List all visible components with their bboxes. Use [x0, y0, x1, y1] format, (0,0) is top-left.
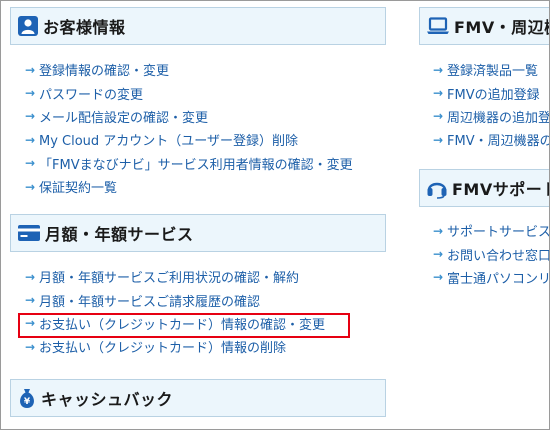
fmv-devices-title: FMV・周辺機 — [454, 18, 549, 37]
link-registered-products[interactable]: → 登録済製品一覧 — [433, 58, 549, 81]
link-mail-settings[interactable]: → メール配信設定の確認・変更 — [25, 105, 353, 128]
link-change-password[interactable]: → パスワードの変更 — [25, 81, 353, 104]
arrow-right-icon: → — [25, 179, 36, 194]
customer-info-title: お客様情報 — [43, 18, 126, 37]
headset-icon — [426, 177, 448, 199]
arrow-right-icon: → — [25, 86, 36, 101]
fmv-support-links: → サポートサービス → お問い合わせ窓口 → 富士通パソコンリ — [433, 219, 549, 289]
arrow-right-icon: → — [433, 62, 444, 77]
link-payment-card-delete[interactable]: → お支払い（クレジットカード）情報の削除 — [25, 335, 325, 358]
arrow-right-icon: → — [25, 339, 36, 354]
arrow-right-icon: → — [433, 132, 444, 147]
arrow-right-icon: → — [25, 316, 36, 331]
arrow-right-icon: → — [433, 223, 444, 238]
arrow-right-icon: → — [433, 109, 444, 124]
arrow-right-icon: → — [433, 86, 444, 101]
fmv-devices-header: FMV・周辺機 — [419, 7, 549, 45]
arrow-right-icon: → — [25, 132, 36, 147]
arrow-right-icon: → — [25, 269, 36, 284]
link-usage-status[interactable]: → 月額・年額サービスご利用状況の確認・解約 — [25, 265, 325, 288]
person-icon — [17, 15, 39, 37]
svg-text:¥: ¥ — [24, 397, 31, 407]
monthly-service-title: 月額・年額サービス — [45, 225, 194, 244]
fmv-devices-links: →登録済製品一覧 →FMVの追加登録 →周辺機器の追加登録 →FMV・周辺機器の — [433, 58, 549, 152]
link-registration-info[interactable]: → 登録情報の確認・変更 — [25, 58, 353, 81]
link-peripheral-add[interactable]: →周辺機器の追加登録 — [433, 105, 549, 128]
page-frame: お客様情報 → 登録情報の確認・変更 → パスワードの変更 → メール配信設定の確認・… — [0, 0, 550, 430]
customer-info-header: お客様情報 — [10, 7, 386, 45]
link-manabi-navi[interactable]: → 「FMVまなびナビ」サービス利用者情報の確認・変更 — [25, 152, 353, 175]
link-billing-history[interactable]: → 月額・年額サービスご請求履歴の確認 — [25, 288, 325, 311]
link-mycloud-delete[interactable]: → My Cloud アカウント（ユーザー登録）削除 — [25, 128, 353, 151]
arrow-right-icon: → — [25, 62, 36, 77]
arrow-right-icon: → — [433, 247, 444, 262]
link-fmv-peripheral-other[interactable]: → FMV・周辺機器の — [433, 128, 549, 151]
customer-info-links: → 登録情報の確認・変更 → パスワードの変更 → メール配信設定の確認・変更 → My… — [25, 58, 353, 198]
arrow-right-icon: → — [25, 293, 36, 308]
link-warranty-list[interactable]: → 保証契約一覧 — [25, 175, 353, 198]
cashback-header: ¥ キャッシュバック — [10, 379, 386, 417]
monthly-service-header: 月額・年額サービス — [10, 214, 386, 252]
fmv-support-title: FMVサポート — [452, 180, 550, 199]
arrow-right-icon: → — [433, 270, 444, 285]
link-support-service[interactable]: → サポートサービス — [433, 219, 549, 242]
link-fmv-add[interactable]: → FMVの追加登録 — [433, 81, 549, 104]
cashback-title: キャッシュバック — [41, 390, 174, 409]
arrow-right-icon: → — [25, 109, 36, 124]
credit-card-icon — [17, 224, 41, 242]
link-contact-window[interactable]: → お問い合わせ窓口 — [433, 242, 549, 265]
link-payment-card-change[interactable]: → お支払い（クレジットカード）情報の確認・変更 — [25, 312, 325, 335]
link-fujitsu-pc[interactable]: → 富士通パソコンリ — [433, 266, 549, 289]
laptop-icon — [426, 17, 450, 35]
money-bag-icon: ¥ — [17, 387, 37, 409]
fmv-support-header: FMVサポート — [419, 169, 550, 207]
monthly-service-links: → 月額・年額サービスご利用状況の確認・解約 → 月額・年額サービスご請求履歴の確認… — [25, 265, 325, 359]
arrow-right-icon: → — [25, 156, 36, 171]
